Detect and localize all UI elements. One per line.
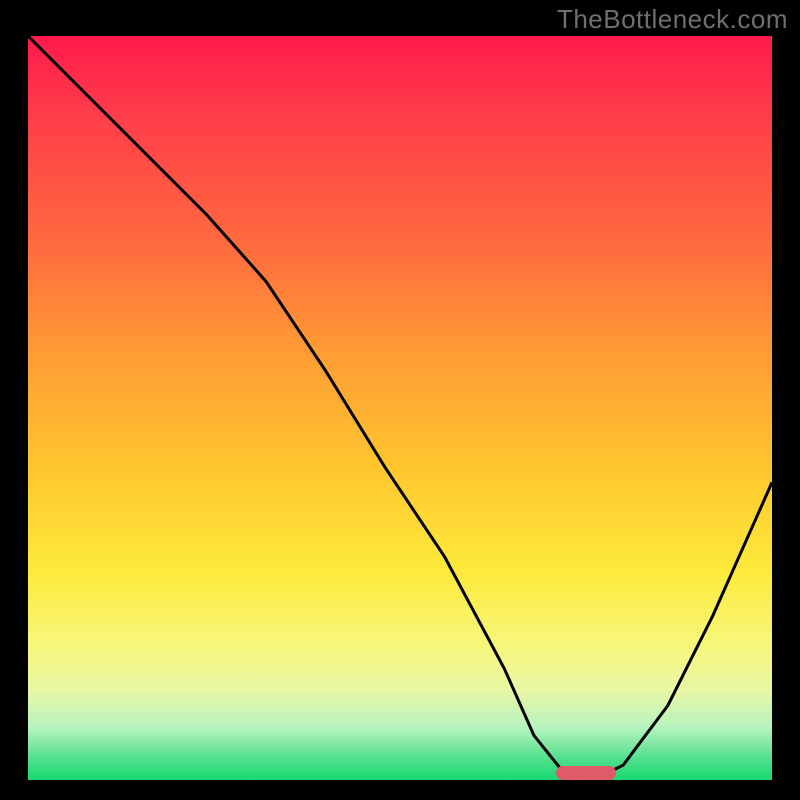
curve-line [28,36,772,780]
watermark-text: TheBottleneck.com [557,4,788,35]
chart-frame: TheBottleneck.com [0,0,800,800]
optimum-pill [556,766,616,780]
plot-area [28,36,772,780]
bottleneck-curve [28,36,772,780]
